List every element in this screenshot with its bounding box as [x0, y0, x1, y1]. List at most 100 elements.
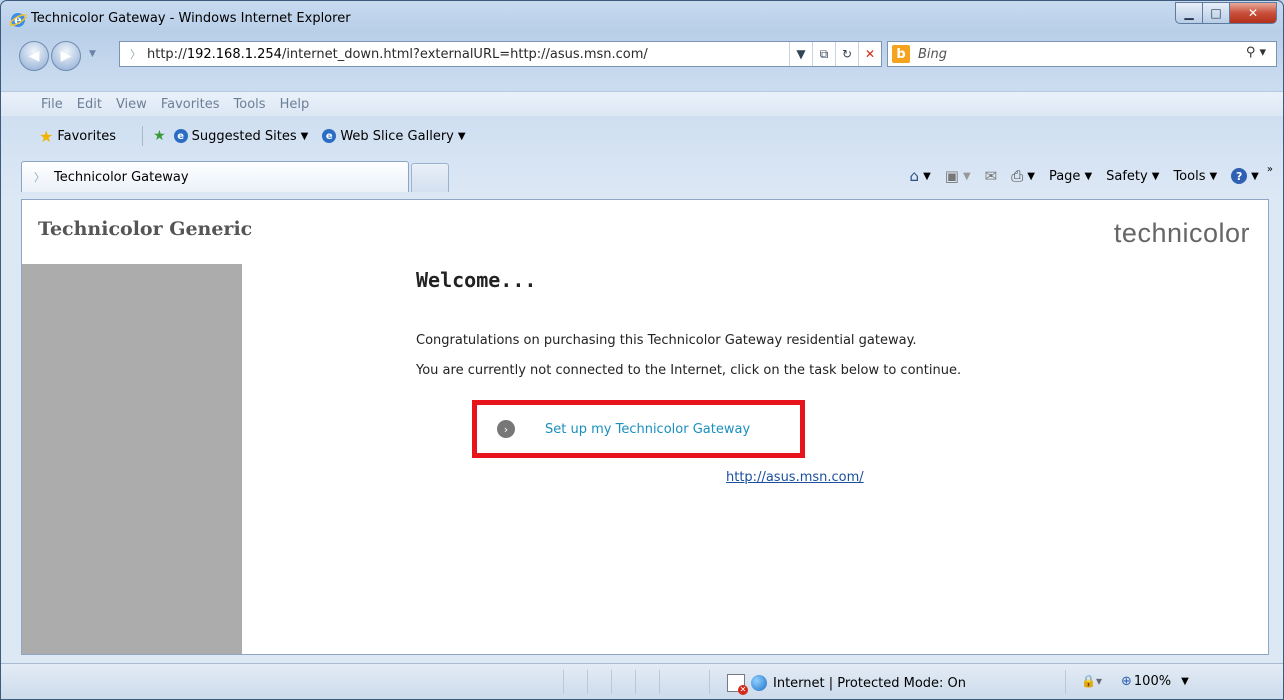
back-button[interactable]: ◀: [19, 41, 49, 71]
command-bar: ⌂ ▼ ▣ ▼ ✉ ⎙ ▼ Page ▼ Safety ▼ Tools ▼ ? ▼ »: [896, 163, 1273, 189]
home-button[interactable]: ⌂ ▼: [910, 167, 931, 185]
tools-menu[interactable]: Tools ▼: [1173, 169, 1217, 184]
favorites-star-icon[interactable]: ★: [39, 127, 53, 146]
setup-task-highlight: › Set up my Technicolor Gateway: [472, 400, 805, 458]
status-divider: [659, 670, 660, 694]
web-slice-gallery-link[interactable]: Web Slice Gallery: [340, 129, 454, 144]
zoom-icon: ⊕: [1121, 674, 1132, 689]
external-url-link[interactable]: http://asus.msn.com/: [726, 470, 864, 485]
menu-bar: File Edit View Favorites Tools Help: [1, 91, 1283, 116]
bing-icon: b: [892, 45, 910, 63]
search-icon[interactable]: ⚲ ▾: [1246, 45, 1266, 60]
browser-window: e Technicolor Gateway - Windows Internet…: [0, 0, 1284, 700]
zoom-level: 100%: [1133, 674, 1172, 689]
tab-title: Technicolor Gateway: [54, 169, 189, 185]
tab-page-icon: 〉: [34, 171, 45, 184]
recent-pages-dropdown-icon[interactable]: ▼: [89, 49, 96, 59]
status-divider: [587, 670, 588, 694]
search-provider[interactable]: Bing: [918, 47, 947, 62]
safety-menu-label: Safety: [1106, 168, 1148, 184]
status-divider: [563, 670, 564, 694]
page-error-icon[interactable]: [727, 674, 748, 695]
forward-button[interactable]: ▶: [51, 41, 81, 71]
status-divider: [1065, 670, 1066, 694]
refresh-icon[interactable]: ↻: [835, 42, 858, 66]
home-dropdown-icon[interactable]: ▼: [923, 171, 931, 182]
protected-mode-icon[interactable]: 🔒▾: [1081, 674, 1102, 688]
help-menu[interactable]: ? ▼: [1231, 168, 1259, 184]
url-rest: /internet_down.html?externalURL=http://a…: [281, 46, 648, 62]
menu-edit[interactable]: Edit: [77, 97, 102, 112]
address-dropdown-icon[interactable]: ▼: [789, 42, 812, 66]
caption-buttons: ▁ □ ✕: [1175, 2, 1277, 24]
suggested-sites-link[interactable]: Suggested Sites: [192, 129, 297, 144]
menu-file[interactable]: File: [41, 97, 63, 112]
title-bar: e Technicolor Gateway - Windows Internet…: [1, 1, 1283, 39]
maximize-button[interactable]: □: [1202, 2, 1229, 24]
chevron-right-icon[interactable]: ›: [497, 420, 515, 438]
print-icon: ⎙: [1011, 167, 1024, 185]
page-brand-title: Technicolor Generic: [38, 218, 253, 240]
feeds-button[interactable]: ▣ ▼: [945, 167, 971, 185]
menu-view[interactable]: View: [116, 97, 147, 112]
menu-help[interactable]: Help: [280, 97, 310, 112]
menu-tools[interactable]: Tools: [234, 97, 266, 112]
page-menu-label: Page: [1048, 168, 1081, 184]
security-zone[interactable]: Internet | Protected Mode: On: [727, 674, 966, 695]
help-dropdown-icon: ▼: [1251, 170, 1259, 182]
zoom-dropdown-icon[interactable]: ▼: [1181, 676, 1189, 687]
page-dropdown-icon: ▼: [1084, 170, 1093, 182]
stop-icon[interactable]: ✕: [858, 42, 881, 66]
safety-dropdown-icon: ▼: [1151, 170, 1160, 182]
help-icon: ?: [1231, 168, 1248, 184]
address-bar-buttons: ▼ ⧉ ↻ ✕: [789, 42, 881, 66]
home-icon: ⌂: [909, 167, 920, 185]
page-menu[interactable]: Page ▼: [1049, 169, 1092, 184]
status-bar: Internet | Protected Mode: On 🔒▾ ⊕ 100% …: [1, 663, 1283, 699]
status-divider: [611, 670, 612, 694]
navigation-row: ◀ ▶ ▼ 〉 http://192.168.1.254/internet_do…: [1, 39, 1283, 71]
menu-favorites[interactable]: Favorites: [161, 97, 220, 112]
page-icon: 〉: [130, 48, 141, 61]
tab-technicolor-gateway[interactable]: 〉 Technicolor Gateway: [21, 161, 409, 192]
status-divider: [635, 670, 636, 694]
tools-dropdown-icon: ▼: [1209, 170, 1218, 182]
favorites-bar: ★ Favorites ★ e Suggested Sites ▼ e Web …: [1, 119, 1283, 153]
congratulations-text: Congratulations on purchasing this Techn…: [416, 333, 917, 348]
address-url[interactable]: http://192.168.1.254/internet_down.html?…: [147, 47, 648, 62]
print-button[interactable]: ⎙ ▼: [1011, 167, 1035, 185]
back-arrow-icon: ◀: [28, 48, 40, 64]
zoom-control[interactable]: ⊕ 100% ▼: [1121, 674, 1189, 689]
add-to-favorites-bar-icon[interactable]: ★: [153, 128, 166, 144]
web-slice-dropdown-icon[interactable]: ▼: [458, 131, 466, 142]
feeds-dropdown-icon[interactable]: ▼: [963, 171, 971, 182]
chevron-more-icon[interactable]: »: [1267, 164, 1273, 175]
close-button[interactable]: ✕: [1229, 2, 1277, 24]
technicolor-logo: technicolor: [1113, 218, 1250, 248]
back-forward-group: ◀ ▶ ▼: [19, 41, 111, 71]
search-box[interactable]: b Bing ⚲ ▾: [887, 41, 1277, 67]
read-mail-button[interactable]: ✉: [985, 167, 998, 185]
web-page: Technicolor Generic technicolor Welcome.…: [21, 199, 1269, 655]
address-bar[interactable]: 〉 http://192.168.1.254/internet_down.htm…: [119, 41, 882, 67]
left-sidebar: [22, 264, 242, 654]
suggested-sites-icon: e: [173, 129, 188, 143]
safety-menu[interactable]: Safety ▼: [1106, 169, 1159, 184]
ie-logo-icon: e: [9, 13, 27, 27]
favorites-button[interactable]: Favorites: [57, 129, 116, 144]
new-tab-button[interactable]: [411, 163, 449, 192]
globe-icon: [751, 675, 767, 691]
url-host: 192.168.1.254: [186, 46, 282, 62]
window-title: Technicolor Gateway - Windows Internet E…: [31, 11, 351, 26]
url-prefix: http://: [147, 46, 187, 62]
suggested-sites-dropdown-icon[interactable]: ▼: [301, 131, 309, 142]
welcome-heading: Welcome...: [416, 268, 537, 292]
setup-gateway-link[interactable]: Set up my Technicolor Gateway: [545, 422, 750, 437]
separator: [142, 126, 144, 146]
not-connected-text: You are currently not connected to the I…: [416, 363, 962, 378]
feeds-icon: ▣: [944, 167, 959, 185]
minimize-button[interactable]: ▁: [1175, 2, 1202, 24]
compatibility-view-icon[interactable]: ⧉: [812, 42, 835, 66]
print-dropdown-icon[interactable]: ▼: [1027, 171, 1035, 182]
mail-icon: ✉: [984, 167, 998, 185]
